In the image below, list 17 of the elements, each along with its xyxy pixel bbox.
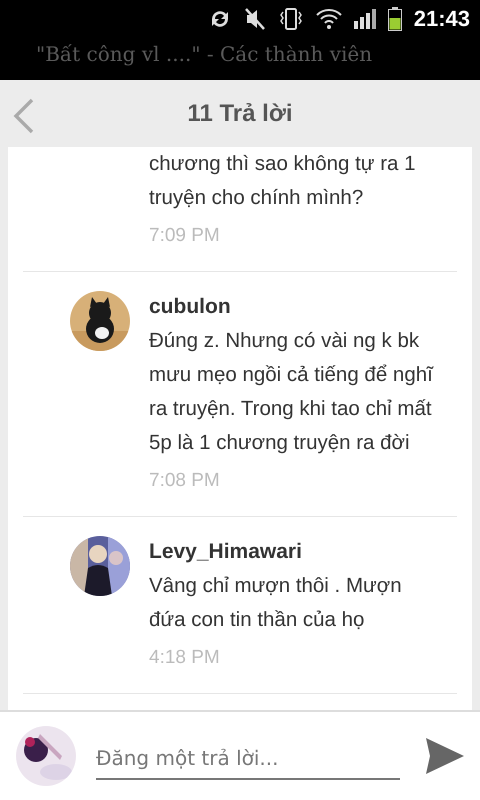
mute-icon	[244, 7, 266, 31]
comment-text: Đúng z. Nhưng có vài ng k bk mưu mẹo ngồi cả tiếng để nghĩ ra truyện. Trong khi tao chỉ mất 5p là 1 chương truyện ra đời	[149, 328, 434, 456]
clock: 21:43	[414, 6, 470, 32]
comment-author[interactable]: cubulon	[149, 290, 443, 324]
comment-time: 7:09 PM	[149, 224, 221, 248]
battery-icon	[388, 7, 402, 31]
background-text: "Bất công vl ...." - Các thành viên	[36, 41, 374, 68]
comment-text: Vâng chỉ mượn thôi . Mượn đứa con tin thần của họ	[149, 573, 403, 633]
comment-author[interactable]: Levy_Himawari	[149, 535, 443, 569]
signal-icon	[354, 9, 376, 29]
vibrate-icon	[278, 7, 304, 31]
comment-text: chương thì sao không tự ra 1 truyện cho chính mình?	[149, 151, 417, 211]
wifi-icon	[316, 8, 342, 30]
comment-time: 7:08 PM	[149, 469, 221, 493]
header-title: 11 Trả lời	[187, 100, 293, 128]
comment-time: 4:18 PM	[149, 646, 221, 670]
send-button[interactable]	[424, 736, 464, 776]
